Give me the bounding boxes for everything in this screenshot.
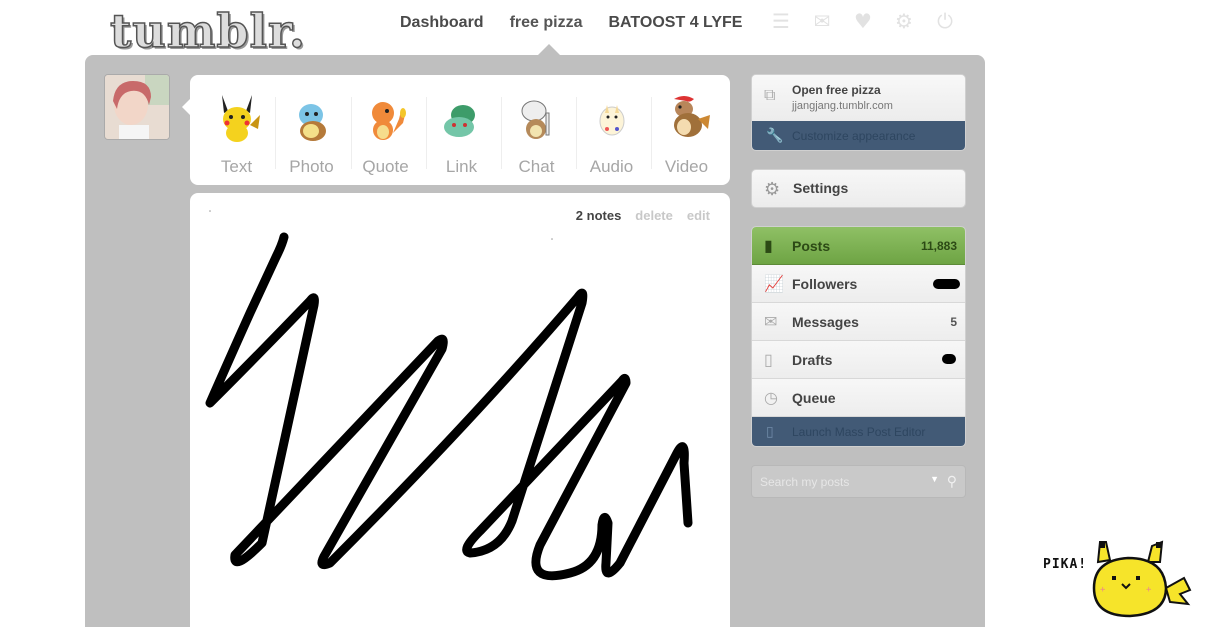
- blog-title: Open free pizza: [792, 83, 881, 97]
- wrench-icon: 🔧: [766, 127, 784, 143]
- gear-icon: ⚙: [764, 179, 781, 199]
- stat-label: Drafts: [792, 352, 833, 368]
- list-icon[interactable]: ☰: [770, 10, 792, 32]
- open-blog-link[interactable]: ⧉ Open free pizza jjangjang.tumblr.com: [752, 75, 965, 121]
- customize-label: Customize appearance: [792, 129, 916, 143]
- charmander-icon: [371, 102, 406, 140]
- post-type-quote[interactable]: Quote: [348, 75, 423, 185]
- search-box: ▼ ⚲: [751, 465, 966, 498]
- stat-label: Followers: [792, 276, 858, 292]
- scribble-drawing: [205, 210, 693, 581]
- post-controls: 2 notes delete edit: [576, 208, 710, 223]
- edit-link[interactable]: edit: [687, 208, 710, 223]
- power-icon[interactable]: ⏻: [934, 10, 956, 32]
- mail-icon[interactable]: ✉: [811, 10, 833, 32]
- post-type-video[interactable]: Video: [649, 75, 724, 185]
- draft-icon: ▯: [764, 352, 773, 369]
- togepi-icon: [599, 105, 624, 136]
- pikachu-pixel-icon: + +: [1092, 540, 1192, 618]
- stat-posts[interactable]: ▮ Posts 11,883: [752, 227, 965, 265]
- blog-url: jjangjang.tumblr.com: [792, 100, 893, 112]
- cubone-icon: [521, 100, 549, 139]
- blog-box: ⧉ Open free pizza jjangjang.tumblr.com 🔧…: [751, 74, 966, 151]
- post-type-label: Text: [220, 157, 253, 176]
- post-type-chat[interactable]: Chat: [499, 75, 574, 185]
- post-type-bar: Text Photo Quote Link Chat Audio Video: [182, 75, 730, 185]
- gear-icon[interactable]: ⚙: [893, 10, 915, 32]
- logo-text: tumblr.: [109, 3, 307, 59]
- external-link-icon: ⧉: [764, 87, 776, 104]
- chart-icon: 📈: [764, 276, 784, 293]
- post-type-label: Photo: [289, 157, 334, 176]
- mass-post-editor-button[interactable]: ▯ Launch Mass Post Editor: [752, 417, 965, 446]
- search-icon[interactable]: ⚲: [947, 473, 957, 490]
- stat-queue[interactable]: ◷ Queue: [752, 379, 965, 417]
- stat-count: 11,883: [920, 239, 957, 253]
- redacted-count: [933, 279, 960, 289]
- pikachu-widget: PIKA! + +: [1040, 538, 1200, 627]
- post-type-label: Video: [664, 157, 709, 176]
- stat-label: Queue: [792, 390, 836, 406]
- stat-label: Messages: [792, 314, 859, 330]
- delete-link[interactable]: delete: [635, 208, 673, 223]
- post-type-label: Quote: [362, 157, 409, 176]
- post-type-photo[interactable]: Photo: [274, 75, 349, 185]
- nav-icon-bar: ☰ ✉ ♥ ⚙ ⏻: [770, 10, 956, 32]
- squirtle-icon: [298, 104, 326, 141]
- redacted-count: [942, 354, 956, 364]
- stat-followers[interactable]: 📈 Followers: [752, 265, 965, 303]
- pika-text: PIKA!: [1043, 557, 1088, 572]
- post-type-label: Link: [445, 157, 478, 176]
- customize-appearance-button[interactable]: 🔧 Customize appearance: [752, 121, 965, 150]
- stat-messages[interactable]: ✉ Messages 5: [752, 303, 965, 341]
- stat-label: Posts: [792, 238, 831, 254]
- stat-drafts[interactable]: ▯ Drafts: [752, 341, 965, 379]
- post-card: 2 notes delete edit: [190, 193, 730, 627]
- post-type-label: Audio: [589, 157, 634, 176]
- stat-count: 5: [950, 315, 957, 329]
- nav-blog-free-pizza[interactable]: free pizza: [510, 14, 583, 32]
- top-nav: Dashboard free pizza BATOOST 4 LYFE: [400, 11, 768, 35]
- settings-label: Settings: [793, 180, 849, 196]
- post-type-audio[interactable]: Audio: [574, 75, 649, 185]
- notes-link[interactable]: 2 notes: [576, 208, 622, 223]
- settings-button[interactable]: ⚙ Settings: [751, 169, 966, 208]
- post-type-text[interactable]: Text: [199, 75, 274, 185]
- tumblr-logo[interactable]: tumblr.: [109, 3, 325, 59]
- bulbasaur-icon: [443, 105, 475, 137]
- clock-icon: ◷: [764, 390, 778, 407]
- search-input[interactable]: [760, 473, 930, 491]
- avatar[interactable]: [104, 74, 170, 140]
- nav-dashboard[interactable]: Dashboard: [400, 14, 484, 32]
- pidgeotto-icon: [673, 96, 710, 137]
- mass-editor-label: Launch Mass Post Editor: [792, 425, 926, 439]
- nav-blog-batoost[interactable]: BATOOST 4 LYFE: [609, 14, 743, 32]
- document-icon: ▮: [764, 238, 773, 255]
- post-type-link[interactable]: Link: [424, 75, 499, 185]
- envelope-icon: ✉: [764, 314, 778, 331]
- heart-icon[interactable]: ♥: [852, 10, 874, 32]
- post-type-label: Chat: [518, 157, 555, 176]
- document-icon: ▯: [766, 423, 774, 439]
- pikachu-icon: [221, 95, 260, 142]
- svg-text:+: +: [1100, 585, 1106, 595]
- dropdown-arrow-icon[interactable]: ▼: [930, 474, 939, 484]
- svg-text:+: +: [1146, 585, 1152, 595]
- blog-stats: ▮ Posts 11,883 📈 Followers ✉ Messages 5 …: [751, 226, 966, 447]
